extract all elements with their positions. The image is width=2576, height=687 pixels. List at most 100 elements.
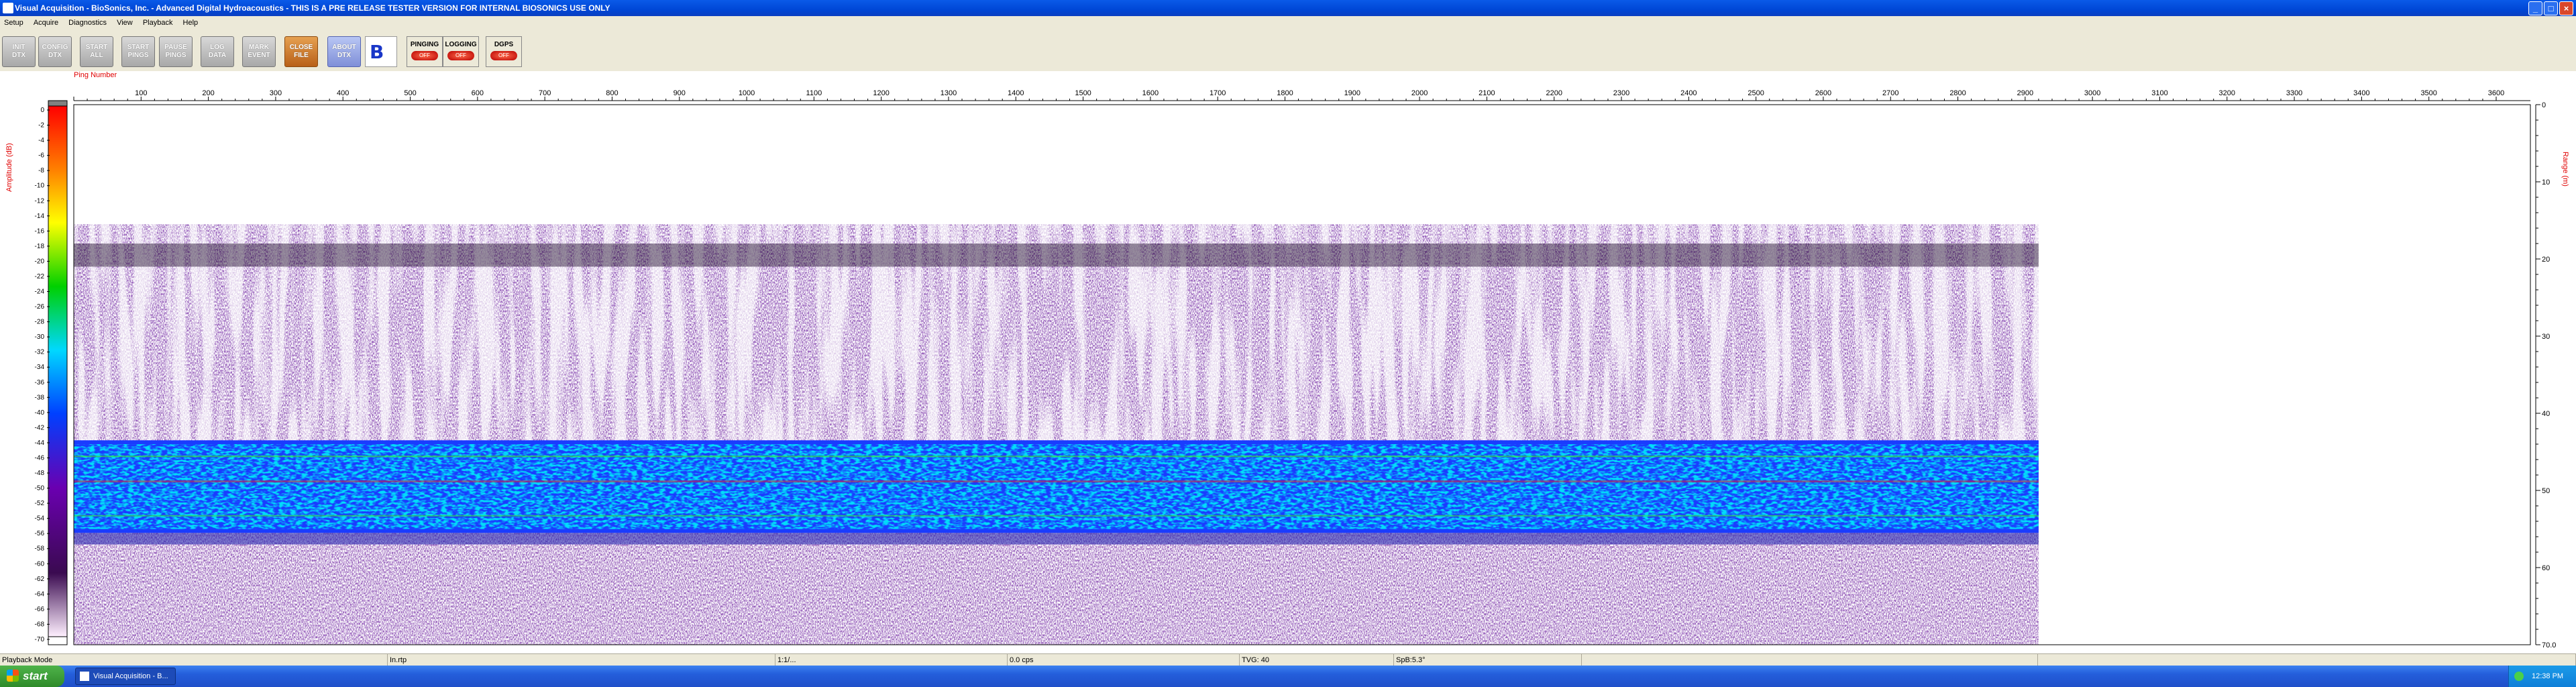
start-pings-button[interactable]: START PINGS <box>121 36 155 67</box>
x-tick-label: 1200 <box>873 89 889 97</box>
minimize-button[interactable]: _ <box>2528 1 2542 15</box>
amplitude-tick-label: -42 <box>35 424 45 431</box>
amplitude-tick-label: -38 <box>35 394 45 401</box>
amplitude-tick-label: -62 <box>35 576 45 583</box>
band-highlight-upper <box>74 456 2039 458</box>
amplitude-tick-label: -30 <box>35 333 45 341</box>
status-empty-2 <box>2038 654 2576 666</box>
x-tick-label: 1500 <box>1075 89 1091 97</box>
amplitude-tick-label: -60 <box>35 560 45 568</box>
status-tvg: TVG: 40 <box>1240 654 1394 666</box>
x-tick-label: 2700 <box>1882 89 1898 97</box>
title-bar: Visual Acquisition - BioSonics, Inc. - A… <box>0 0 2576 16</box>
x-tick-label: 2600 <box>1815 89 1831 97</box>
range-tick-label: 40 <box>2542 410 2550 418</box>
status-file: In.rtp <box>388 654 775 666</box>
dgps-label: DGPS <box>494 41 514 48</box>
x-tick-label: 3200 <box>2219 89 2235 97</box>
mark-event-button[interactable]: MARK EVENT <box>242 36 276 67</box>
close-file-button[interactable]: CLOSE FILE <box>284 36 318 67</box>
init-dtx-button[interactable]: INIT DTX <box>2 36 36 67</box>
range-tick-label: 0 <box>2542 101 2546 109</box>
start-button[interactable]: start <box>0 666 64 687</box>
x-tick-label: 2500 <box>1748 89 1764 97</box>
amplitude-tick-label: -32 <box>35 349 45 356</box>
amplitude-tick-label: -50 <box>35 485 45 492</box>
logging-indicator[interactable]: LOGGING OFF <box>443 36 479 67</box>
logging-state: OFF <box>447 51 474 60</box>
biosonics-logo: B <box>365 36 397 67</box>
amplitude-tick-label: -44 <box>35 439 45 447</box>
pinging-label: PINGING <box>410 41 439 48</box>
start-label: start <box>23 670 48 682</box>
x-tick-label: 3500 <box>2420 89 2436 97</box>
x-tick-label: 2100 <box>1479 89 1495 97</box>
taskbar-item-visual-acquisition[interactable]: Visual Acquisition - B... <box>75 668 176 685</box>
menu-view[interactable]: View <box>113 16 137 30</box>
close-button[interactable]: × <box>2559 1 2573 15</box>
range-tick-label: 60 <box>2542 564 2550 572</box>
log-data-button[interactable]: LOG DATA <box>201 36 234 67</box>
app-icon <box>3 3 13 13</box>
amplitude-tick-label: -10 <box>35 182 45 190</box>
x-tick-label: 400 <box>337 89 349 97</box>
x-tick-label: 2000 <box>1411 89 1428 97</box>
amplitude-tick-label: -2 <box>38 122 44 129</box>
x-tick-label: 200 <box>202 89 214 97</box>
pinging-state: OFF <box>411 51 438 60</box>
toolbar: INIT DTX CONFIG DTX START ALL START PING… <box>0 30 2576 72</box>
amplitude-tick-label: -52 <box>35 500 45 507</box>
x-tick-label: 800 <box>606 89 618 97</box>
status-rate: 0.0 cps <box>1008 654 1240 666</box>
amplitude-tick-label: -68 <box>35 621 45 628</box>
system-tray: 12:38 PM <box>2508 666 2576 687</box>
x-tick-label: 300 <box>270 89 282 97</box>
color-bar-cap <box>48 100 68 107</box>
amplitude-tick-label: -70 <box>35 636 45 643</box>
range-tick-label: 10 <box>2542 178 2550 187</box>
echogram-chart[interactable]: 0 -2 -4 -6 -8 -10 -12 -14 -16 -18 -20 -22 -24 -26 -28 -… <box>0 71 2576 657</box>
menu-playback[interactable]: Playback <box>139 16 177 30</box>
range-tick-label: 30 <box>2542 333 2550 341</box>
amplitude-tick-label: -58 <box>35 545 45 553</box>
menu-bar: Setup Acquire Diagnostics View Playback … <box>0 16 2576 30</box>
config-dtx-button[interactable]: CONFIG DTX <box>38 36 72 67</box>
menu-help[interactable]: Help <box>179 16 203 30</box>
dgps-indicator[interactable]: DGPS OFF <box>486 36 522 67</box>
x-tick-label: 3300 <box>2286 89 2302 97</box>
start-all-button[interactable]: START ALL <box>80 36 113 67</box>
x-tick-label: 100 <box>135 89 147 97</box>
pinging-indicator[interactable]: PINGING OFF <box>407 36 443 67</box>
surface-layer <box>74 244 2039 267</box>
taskbar-item-label: Visual Acquisition - B... <box>93 672 168 680</box>
amplitude-tick-label: -24 <box>35 288 45 296</box>
amplitude-tick-label: -48 <box>35 470 45 477</box>
color-scale-bar <box>48 105 68 637</box>
windows-flag-icon <box>7 670 19 682</box>
amplitude-tick-label: -56 <box>35 530 45 537</box>
status-ratio: 1:1/... <box>775 654 1008 666</box>
amplitude-tick-label: -8 <box>38 167 44 174</box>
menu-setup[interactable]: Setup <box>0 16 28 30</box>
x-tick-label: 1000 <box>739 89 755 97</box>
network-icon[interactable] <box>2514 672 2524 681</box>
amplitude-tick-label: -66 <box>35 606 45 613</box>
logo-glyph: B <box>370 41 384 63</box>
menu-acquire[interactable]: Acquire <box>30 16 62 30</box>
status-bar: Playback Mode In.rtp 1:1/... 0.0 cps TVG… <box>0 653 2576 666</box>
x-tick-label: 2400 <box>1680 89 1697 97</box>
app-window-icon <box>80 672 89 681</box>
x-tick-label: 1100 <box>806 89 822 97</box>
x-tick-label: 2200 <box>1546 89 1562 97</box>
amplitude-tick-label: -46 <box>35 454 45 462</box>
amplitude-tick-label: -34 <box>35 364 45 371</box>
menu-diagnostics[interactable]: Diagnostics <box>64 16 111 30</box>
pause-pings-button[interactable]: PAUSE PINGS <box>159 36 193 67</box>
amplitude-tick-label: -40 <box>35 409 45 417</box>
maximize-button[interactable]: □ <box>2544 1 2558 15</box>
band-highlight-lower <box>74 515 2039 517</box>
amplitude-tick-label: -14 <box>35 213 45 220</box>
about-dtx-button[interactable]: ABOUT DTX <box>327 36 361 67</box>
x-tick-label: 900 <box>674 89 686 97</box>
amplitude-tick-label: -54 <box>35 515 45 523</box>
